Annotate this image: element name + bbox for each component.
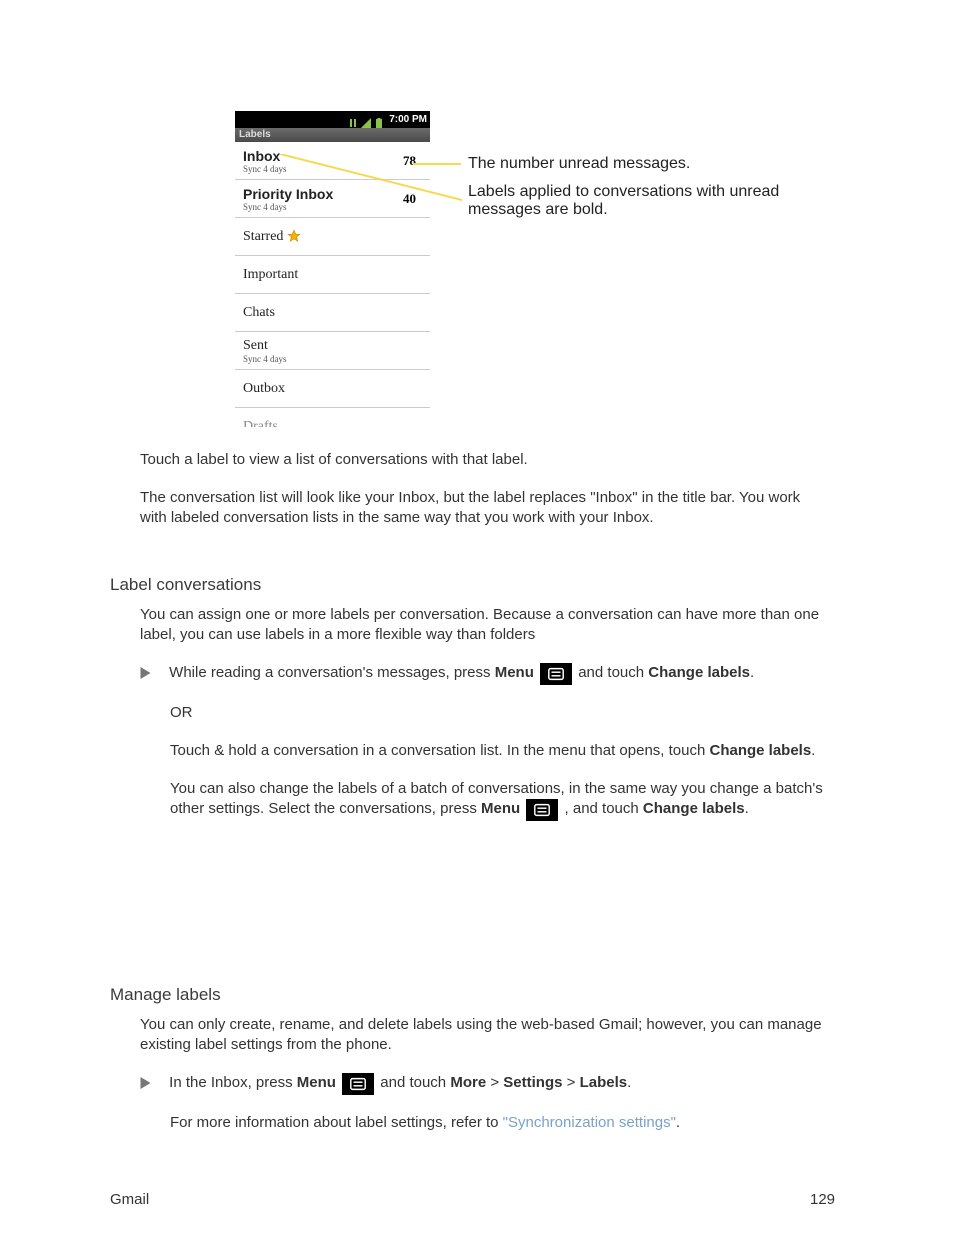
step-1: While reading a conversation's messages,… xyxy=(110,663,830,685)
t: Change labels xyxy=(648,664,750,681)
step-2: In the Inbox, press Menu and touch More … xyxy=(110,1073,830,1095)
annotation-unread-count: The number unread messages. xyxy=(468,155,690,173)
label-row-chats[interactable]: Chats xyxy=(235,294,430,332)
signal-icon xyxy=(361,115,371,125)
step-bullet-icon xyxy=(140,1075,151,1095)
section-manage-labels: Manage labels You can only create, renam… xyxy=(110,985,830,1151)
menu-icon xyxy=(342,1073,374,1095)
menu-icon xyxy=(540,663,572,685)
t: While reading a conversation's messages,… xyxy=(169,664,495,681)
footer-page-number: 129 xyxy=(810,1190,835,1210)
label-name: Inbox xyxy=(243,148,403,164)
body-p1b: The conversation list will look like you… xyxy=(140,488,820,528)
label-name: Outbox xyxy=(243,381,285,397)
cross-reference-link[interactable]: "Synchronization settings" xyxy=(503,1114,676,1131)
status-bar: 7:00 PM xyxy=(235,111,430,128)
body-p3a: You can only create, rename, and delete … xyxy=(110,1015,830,1055)
footer-app-name: Gmail xyxy=(110,1190,149,1210)
t: More xyxy=(450,1074,486,1091)
t: > xyxy=(490,1074,503,1091)
label-name: Priority Inbox xyxy=(243,186,403,202)
label-row-priority-inbox[interactable]: Priority Inbox Sync 4 days 40 xyxy=(235,180,430,218)
menu-icon xyxy=(526,799,558,821)
label-row-sent[interactable]: Sent Sync 4 days xyxy=(235,332,430,370)
alt-step-1: Touch & hold a conversation in a convers… xyxy=(110,741,830,761)
body-p3b-line: For more information about label setting… xyxy=(110,1113,830,1133)
alt-step-2: You can also change the labels of a batc… xyxy=(110,779,830,821)
label-row-starred[interactable]: Starred xyxy=(235,218,430,256)
body-block-1: Touch a label to view a list of conversa… xyxy=(140,450,820,546)
t: and touch xyxy=(578,664,648,681)
section-heading: Manage labels xyxy=(110,985,830,1005)
annotation-bold-labels: Labels applied to conversations with unr… xyxy=(468,183,788,219)
t: Change labels xyxy=(710,742,812,759)
callout-line-1 xyxy=(413,163,461,165)
t: Menu xyxy=(297,1074,336,1091)
labels-list: Inbox Sync 4 days 78 Priority Inbox Sync… xyxy=(235,142,430,427)
label-row-important[interactable]: Important xyxy=(235,256,430,294)
t: Menu xyxy=(495,664,534,681)
body-p1a: Touch a label to view a list of conversa… xyxy=(140,450,820,470)
t: and touch xyxy=(380,1074,450,1091)
label-sync-info: Sync 4 days xyxy=(243,202,403,212)
label-name: Chats xyxy=(243,305,275,321)
label-name: Drafts xyxy=(243,419,278,427)
star-icon xyxy=(283,228,301,246)
t: Labels xyxy=(580,1074,628,1091)
section-heading: Label conversations xyxy=(110,575,830,595)
section-label-conversations: Label conversations You can assign one o… xyxy=(110,575,830,839)
or-divider: OR xyxy=(110,703,830,723)
label-name: Sent xyxy=(243,338,422,354)
t: Settings xyxy=(503,1074,562,1091)
status-time: 7:00 PM xyxy=(389,114,427,125)
body-p2a: You can assign one or more labels per co… xyxy=(110,605,830,645)
phone-screenshot: 7:00 PM Labels Inbox Sync 4 days 78 Prio… xyxy=(235,111,430,427)
unread-count: 78 xyxy=(403,153,422,169)
t: Change labels xyxy=(643,800,745,817)
label-name: Important xyxy=(243,267,298,283)
unread-count: 40 xyxy=(403,191,422,207)
label-name: Starred xyxy=(243,229,283,245)
t: > xyxy=(567,1074,580,1091)
screen-title-bar: Labels xyxy=(235,128,430,142)
t: For more information about label setting… xyxy=(170,1114,503,1131)
t: Menu xyxy=(481,800,520,817)
label-sync-info: Sync 4 days xyxy=(243,354,422,364)
label-row-outbox[interactable]: Outbox xyxy=(235,370,430,408)
t: In the Inbox, press xyxy=(169,1074,297,1091)
data-sync-icon xyxy=(348,115,358,125)
t: , and touch xyxy=(565,800,643,817)
battery-icon xyxy=(374,115,384,125)
label-row-inbox[interactable]: Inbox Sync 4 days 78 xyxy=(235,142,430,180)
label-sync-info: Sync 4 days xyxy=(243,164,403,174)
step-bullet-icon xyxy=(140,665,151,685)
t: Touch & hold a conversation in a convers… xyxy=(170,742,710,759)
label-row-drafts[interactable]: Drafts xyxy=(235,408,430,427)
